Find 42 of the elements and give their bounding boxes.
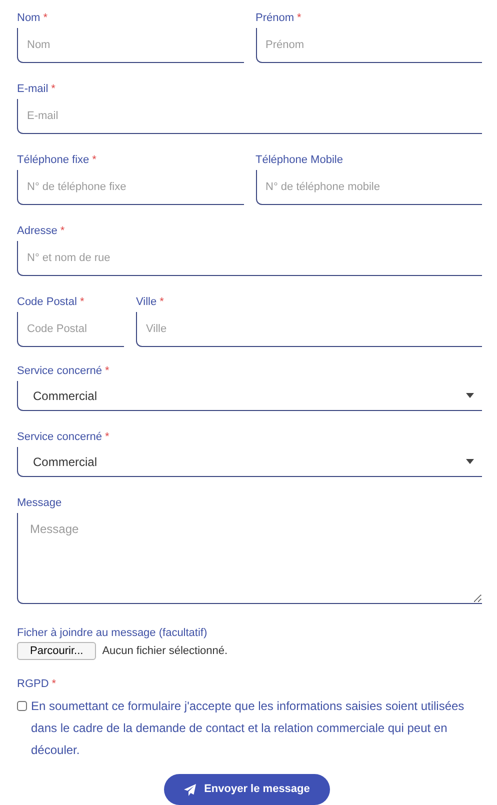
consent-text: En soumettant ce formulaire j'accepte que les informations saisies soient utilisées dans le cadre de la demande de contact et la relation commerciale qui peut en découler. bbox=[31, 698, 466, 759]
field-label: Ficher à joindre au message (facultatif) bbox=[17, 626, 208, 640]
input-field[interactable]: N° de téléphone mobile bbox=[256, 170, 482, 205]
required-mark: * bbox=[80, 295, 84, 310]
consent-checkbox[interactable] bbox=[17, 701, 27, 711]
field-label: Adresse bbox=[17, 224, 58, 239]
dropdown[interactable]: Commercial bbox=[17, 381, 482, 411]
required-mark: * bbox=[297, 11, 302, 26]
field-label: Téléphone Mobile bbox=[256, 153, 343, 168]
required-mark: * bbox=[160, 295, 164, 310]
field-label: E-mail bbox=[17, 82, 48, 97]
input-field[interactable]: E-mail bbox=[17, 99, 482, 134]
dropdown[interactable]: Commercial bbox=[17, 447, 482, 477]
required-mark: * bbox=[105, 430, 110, 445]
field-label: Nom bbox=[17, 11, 40, 26]
input-field[interactable]: N° de téléphone fixe bbox=[17, 170, 244, 205]
paper-plane-icon bbox=[184, 784, 196, 796]
required-mark: * bbox=[52, 677, 56, 692]
field-label: Service concerné bbox=[17, 364, 102, 379]
input-field[interactable]: N° et nom de rue bbox=[17, 241, 482, 276]
required-mark: * bbox=[51, 82, 56, 97]
send-button[interactable]: Envoyer le message bbox=[164, 774, 330, 805]
input-field[interactable]: Prénom bbox=[256, 28, 482, 63]
caret-icon bbox=[466, 459, 474, 464]
required-mark: * bbox=[43, 11, 48, 26]
input-field[interactable]: Nom bbox=[17, 28, 244, 63]
browse-button[interactable]: Parcourir... bbox=[17, 642, 96, 660]
field-label: Ville bbox=[136, 295, 157, 310]
field-label: RGPD bbox=[17, 677, 49, 692]
required-mark: * bbox=[60, 224, 65, 239]
field-label: Service concerné bbox=[17, 430, 102, 445]
input-field[interactable]: Code Postal bbox=[17, 312, 124, 347]
required-mark: * bbox=[92, 153, 96, 168]
field-label: Prénom bbox=[256, 11, 294, 26]
field-label: Téléphone fixe bbox=[17, 153, 90, 168]
field-label: Code Postal bbox=[17, 295, 77, 310]
file-status: Aucun fichier sélectionné. bbox=[102, 644, 228, 659]
field-label: Message bbox=[17, 496, 62, 511]
caret-icon bbox=[466, 393, 474, 398]
input-field[interactable]: Ville bbox=[136, 312, 482, 347]
required-mark: * bbox=[105, 364, 110, 379]
message-field[interactable]: Message bbox=[17, 513, 482, 604]
